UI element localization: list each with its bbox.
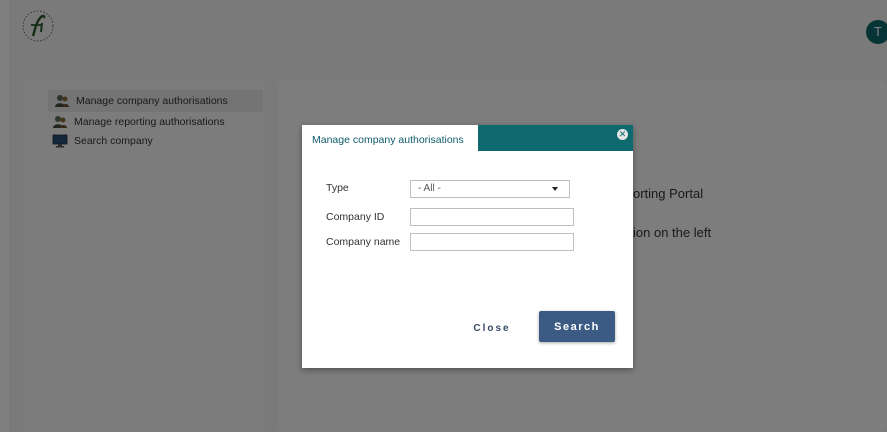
company-name-label: Company name [326,236,401,248]
close-button[interactable]: Close [462,319,522,337]
type-select[interactable]: - All - [410,180,570,198]
close-icon[interactable]: ✕ [617,129,628,140]
dialog-title: Manage company authorisations [302,125,478,151]
company-name-input[interactable] [410,233,574,251]
company-id-input[interactable] [410,208,574,226]
company-id-label: Company ID [326,211,385,223]
chevron-down-icon [552,187,558,191]
type-select-value: - All - [418,183,441,194]
manage-company-authorisations-dialog: Manage company authorisations ✕ Type - A… [302,125,633,368]
search-button[interactable]: Search [539,311,615,342]
type-label: Type [326,182,349,194]
